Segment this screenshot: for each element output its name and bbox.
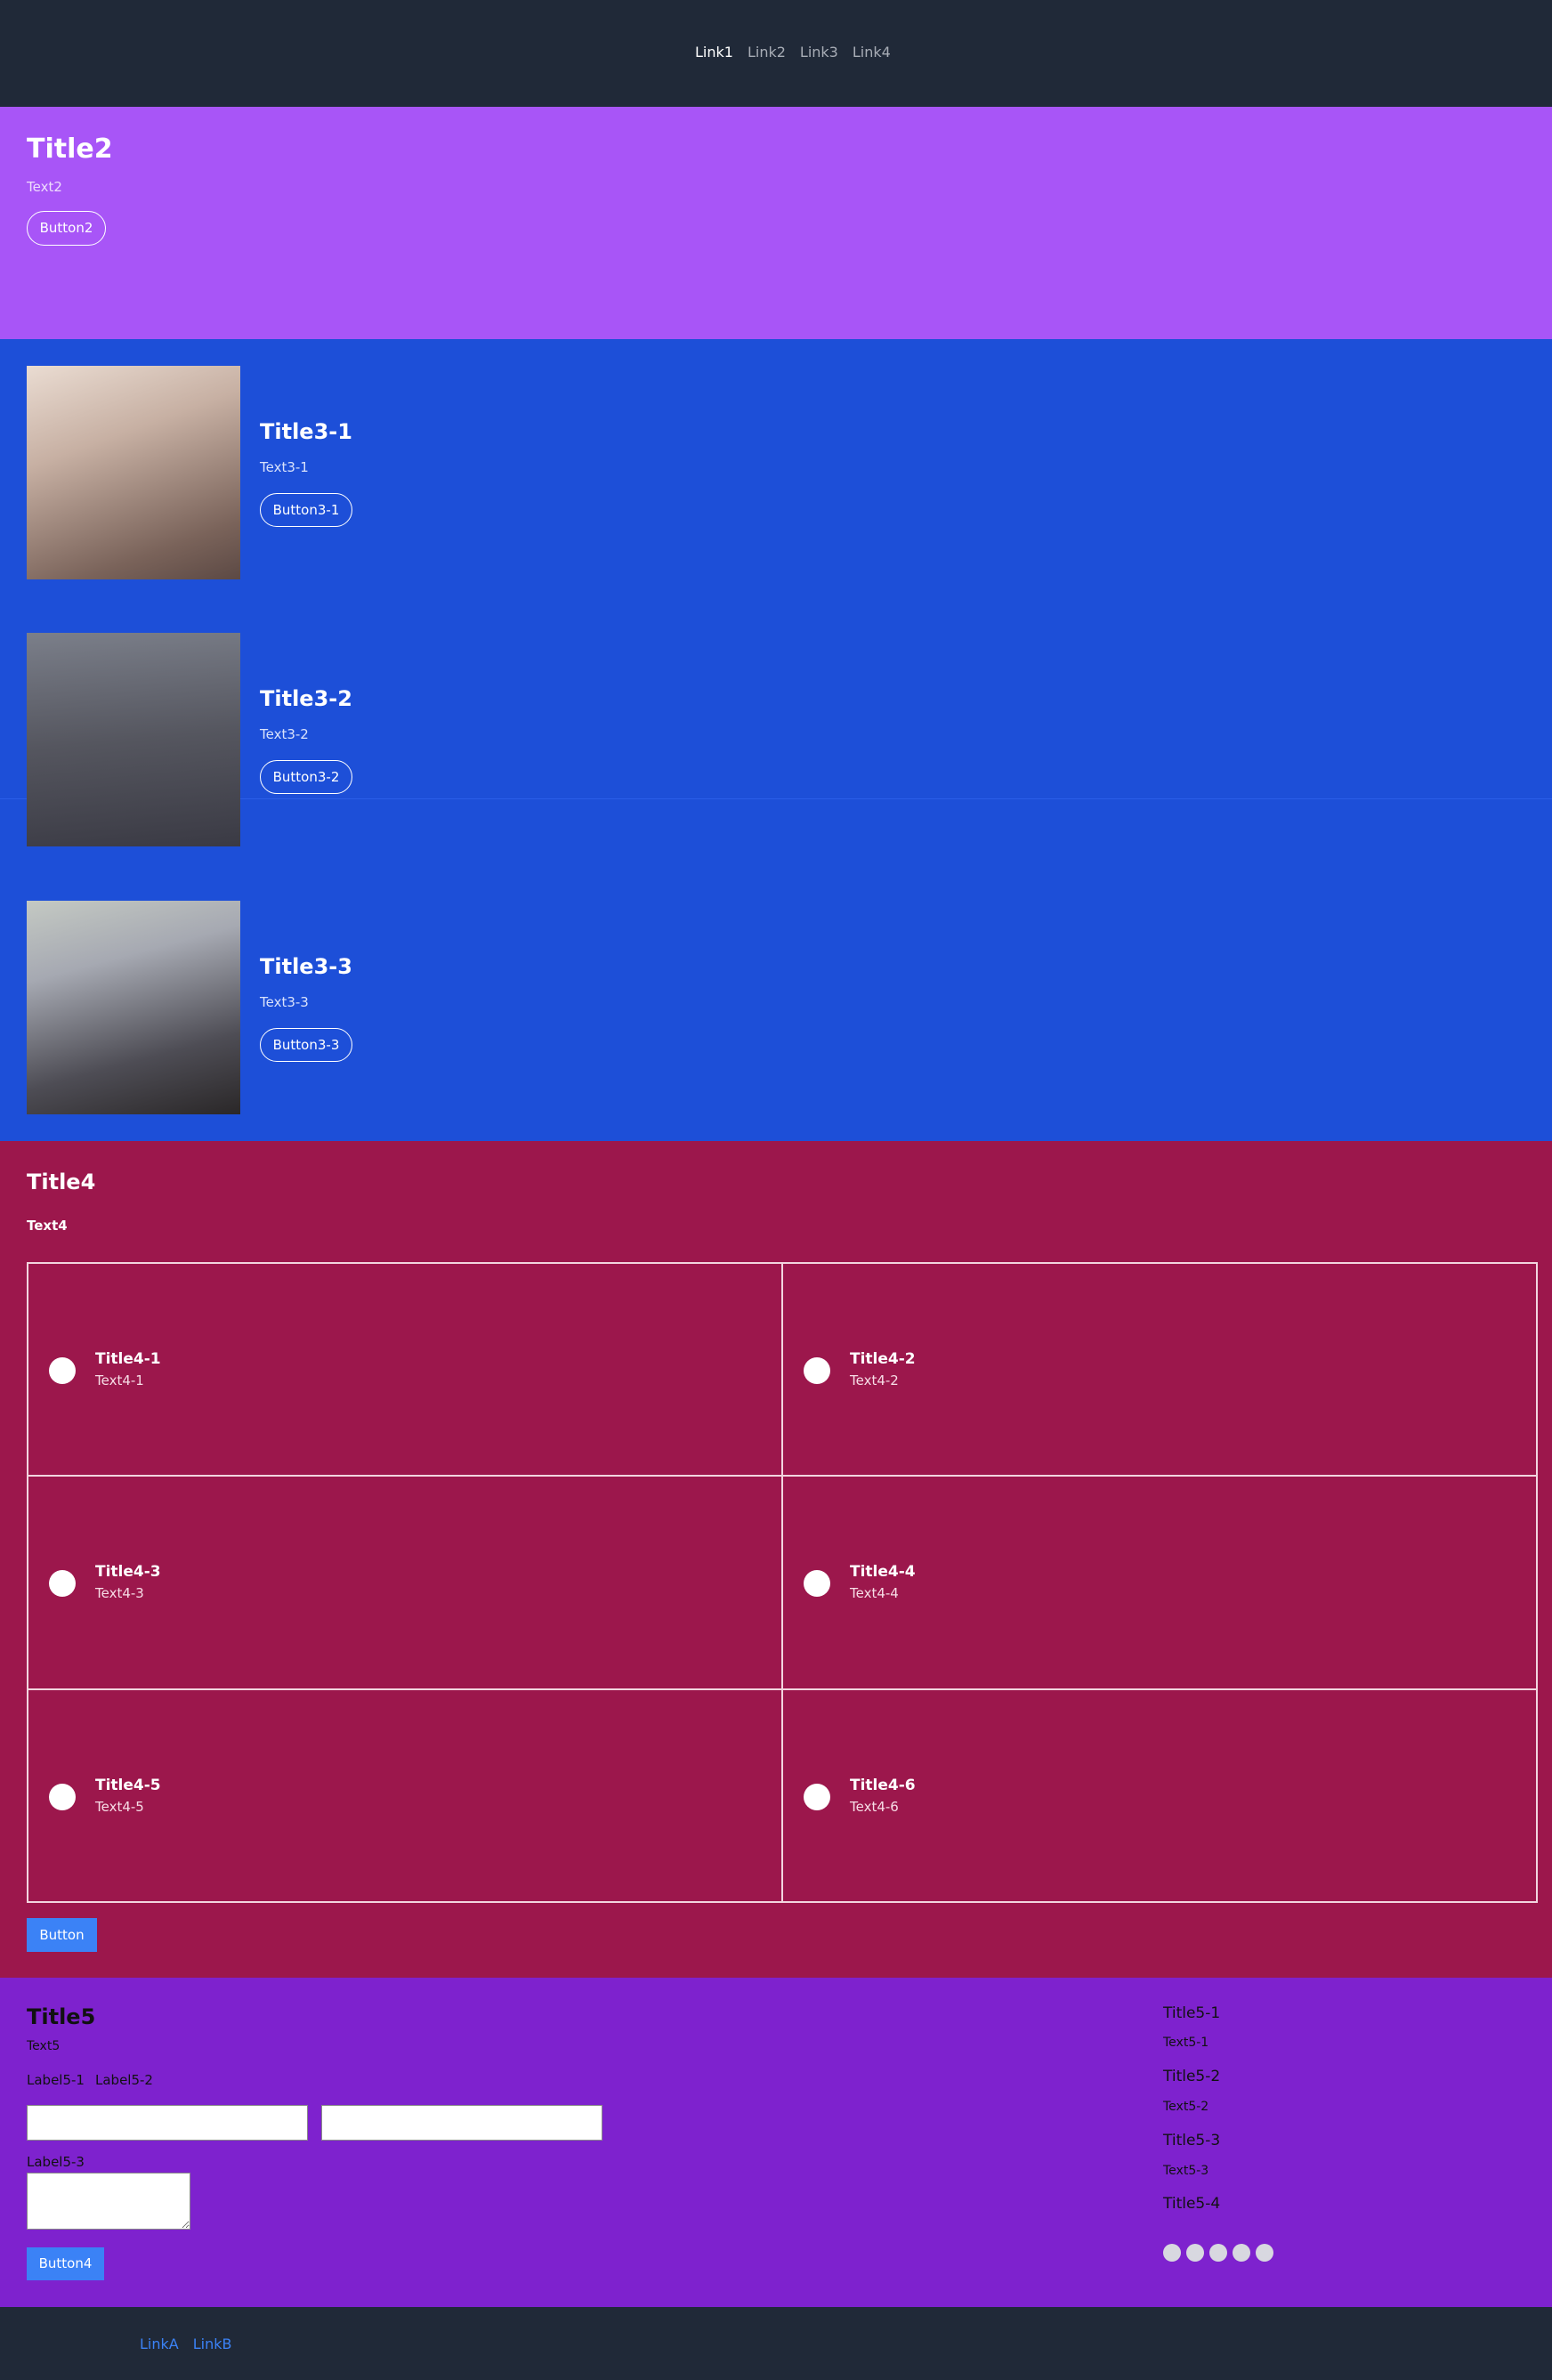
feature-image-2 — [27, 633, 240, 846]
nav-link-4[interactable]: Link4 — [853, 44, 891, 61]
contact-title: Title5 — [27, 2004, 96, 2029]
service-title-5: Title4-5 — [95, 1776, 161, 1794]
feature-button-1[interactable]: Button3-1 — [260, 493, 352, 527]
side-title-4: Title5-4 — [1163, 2195, 1221, 2213]
feature-item-3: Title3-3 Text3-3 Button3-3 — [27, 901, 1540, 1114]
service-title-3: Title4-3 — [95, 1563, 161, 1582]
feature-item-2: Title3-2 Text3-2 Button3-2 — [27, 633, 1540, 846]
service-text-2: Text4-2 — [850, 1372, 899, 1388]
hero-section: Title2 Text2 Button2 — [0, 107, 1552, 339]
social-icon-5[interactable] — [1256, 2244, 1273, 2262]
label-field-2: Label5-2 — [95, 2072, 153, 2088]
services-title: Title4 — [27, 1170, 96, 1194]
service-card-4: Title4-4 Text4-4 — [782, 1476, 1537, 1689]
service-text-1: Text4-1 — [95, 1372, 144, 1388]
service-title-1: Title4-1 — [95, 1350, 161, 1368]
feature-image-3 — [27, 901, 240, 1114]
service-text-6: Text4-6 — [850, 1798, 899, 1815]
service-title-4: Title4-4 — [850, 1563, 916, 1582]
social-icon-3[interactable] — [1209, 2244, 1227, 2262]
social-icon-4[interactable] — [1233, 2244, 1250, 2262]
social-icons — [1163, 2244, 1273, 2262]
feature-title-1: Title3-1 — [260, 419, 352, 444]
feature-title-3: Title3-3 — [260, 954, 352, 979]
message-textarea[interactable] — [27, 2173, 190, 2230]
circle-icon — [49, 1357, 76, 1384]
nav-link-2[interactable]: Link2 — [748, 44, 786, 61]
service-title-6: Title4-6 — [850, 1776, 916, 1794]
label-field-1: Label5-1 — [27, 2072, 85, 2088]
hero-button[interactable]: Button2 — [27, 211, 106, 246]
service-text-5: Text4-5 — [95, 1798, 144, 1815]
circle-icon — [49, 1783, 76, 1810]
contact-section: Title5 Text5 Label5-1 Label5-2 Label5-3 … — [0, 1978, 1552, 2307]
feature-image-1 — [27, 366, 240, 579]
side-title-3: Title5-3 — [1163, 2132, 1221, 2149]
input-field-2[interactable] — [321, 2105, 602, 2141]
services-section: Title4 Text4 Title4-1 Text4-1 Title4-2 T… — [0, 1141, 1552, 1978]
contact-text: Text5 — [27, 2039, 61, 2053]
feature-title-2: Title3-2 — [260, 686, 352, 711]
top-nav: Link1 Link2 Link3 Link4 — [0, 0, 1552, 107]
hero-text: Text2 — [27, 179, 62, 195]
feature-item-1: Title3-1 Text3-1 Button3-1 — [27, 366, 1540, 579]
submit-button[interactable]: Button4 — [27, 2247, 104, 2280]
services-text: Text4 — [27, 1218, 68, 1234]
service-text-4: Text4-4 — [850, 1585, 899, 1602]
feature-button-2[interactable]: Button3-2 — [260, 760, 352, 794]
social-icon-2[interactable] — [1186, 2244, 1204, 2262]
footer-links: LinkA LinkB — [140, 2335, 231, 2352]
service-card-6: Title4-6 Text4-6 — [782, 1688, 1537, 1902]
service-card-1: Title4-1 Text4-1 — [28, 1263, 782, 1477]
side-title-2: Title5-2 — [1163, 2068, 1221, 2085]
services-button[interactable]: Button — [27, 1918, 97, 1952]
side-text-3: Text5-3 — [1163, 2164, 1209, 2178]
service-title-2: Title4-2 — [850, 1350, 916, 1368]
side-title-1: Title5-1 — [1163, 2004, 1221, 2022]
label-field-3: Label5-3 — [27, 2154, 85, 2170]
feature-text-1: Text3-1 — [260, 459, 309, 475]
footer-link-a[interactable]: LinkA — [140, 2335, 179, 2352]
circle-icon — [804, 1570, 830, 1598]
service-card-5: Title4-5 Text4-5 — [28, 1688, 782, 1902]
nav-link-1[interactable]: Link1 — [695, 44, 733, 61]
feature-text-2: Text3-2 — [260, 726, 309, 742]
feature-button-3[interactable]: Button3-3 — [260, 1028, 352, 1062]
nav-link-3[interactable]: Link3 — [800, 44, 838, 61]
footer-link-b[interactable]: LinkB — [193, 2335, 232, 2352]
nav-links: Link1 Link2 Link3 Link4 — [695, 44, 891, 61]
social-icon-1[interactable] — [1163, 2244, 1181, 2262]
service-card-2: Title4-2 Text4-2 — [782, 1263, 1537, 1477]
side-text-1: Text5-1 — [1163, 2036, 1209, 2050]
input-field-1[interactable] — [27, 2105, 308, 2141]
features-section: Title3-1 Text3-1 Button3-1 Title3-2 Text… — [0, 339, 1552, 1141]
hero-title: Title2 — [27, 134, 113, 165]
footer: LinkA LinkB — [0, 2307, 1552, 2380]
service-card-3: Title4-3 Text4-3 — [28, 1476, 782, 1689]
circle-icon — [804, 1357, 830, 1384]
side-text-2: Text5-2 — [1163, 2100, 1209, 2114]
circle-icon — [49, 1570, 76, 1598]
service-text-3: Text4-3 — [95, 1585, 144, 1602]
feature-text-3: Text3-3 — [260, 994, 309, 1010]
circle-icon — [804, 1783, 830, 1810]
services-grid: Title4-1 Text4-1 Title4-2 Text4-2 Title4… — [27, 1262, 1538, 1903]
